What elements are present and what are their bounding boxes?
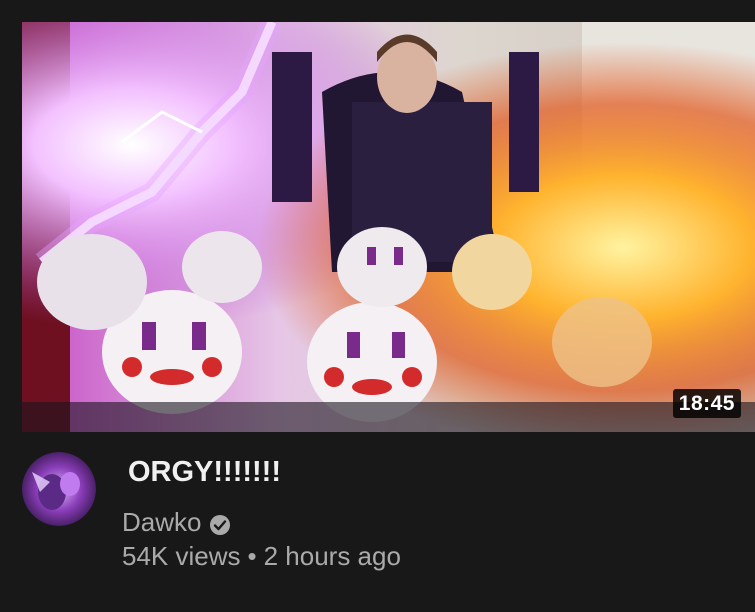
video-title[interactable]: ORGY!!!!!!! xyxy=(128,456,281,489)
meta-separator: • xyxy=(247,541,257,571)
channel-avatar[interactable] xyxy=(22,452,96,526)
thumbnail-image xyxy=(22,22,755,432)
upload-age: 2 hours ago xyxy=(263,541,401,571)
verified-check-icon xyxy=(209,512,231,535)
view-count: 54K views xyxy=(122,541,241,571)
avatar-image xyxy=(22,452,96,526)
channel-row: Dawko xyxy=(122,507,231,538)
video-thumbnail[interactable]: 18:45 xyxy=(22,22,755,432)
channel-name[interactable]: Dawko xyxy=(122,507,201,538)
video-metadata: 54K views • 2 hours ago xyxy=(122,541,401,572)
duration-badge: 18:45 xyxy=(672,389,741,418)
